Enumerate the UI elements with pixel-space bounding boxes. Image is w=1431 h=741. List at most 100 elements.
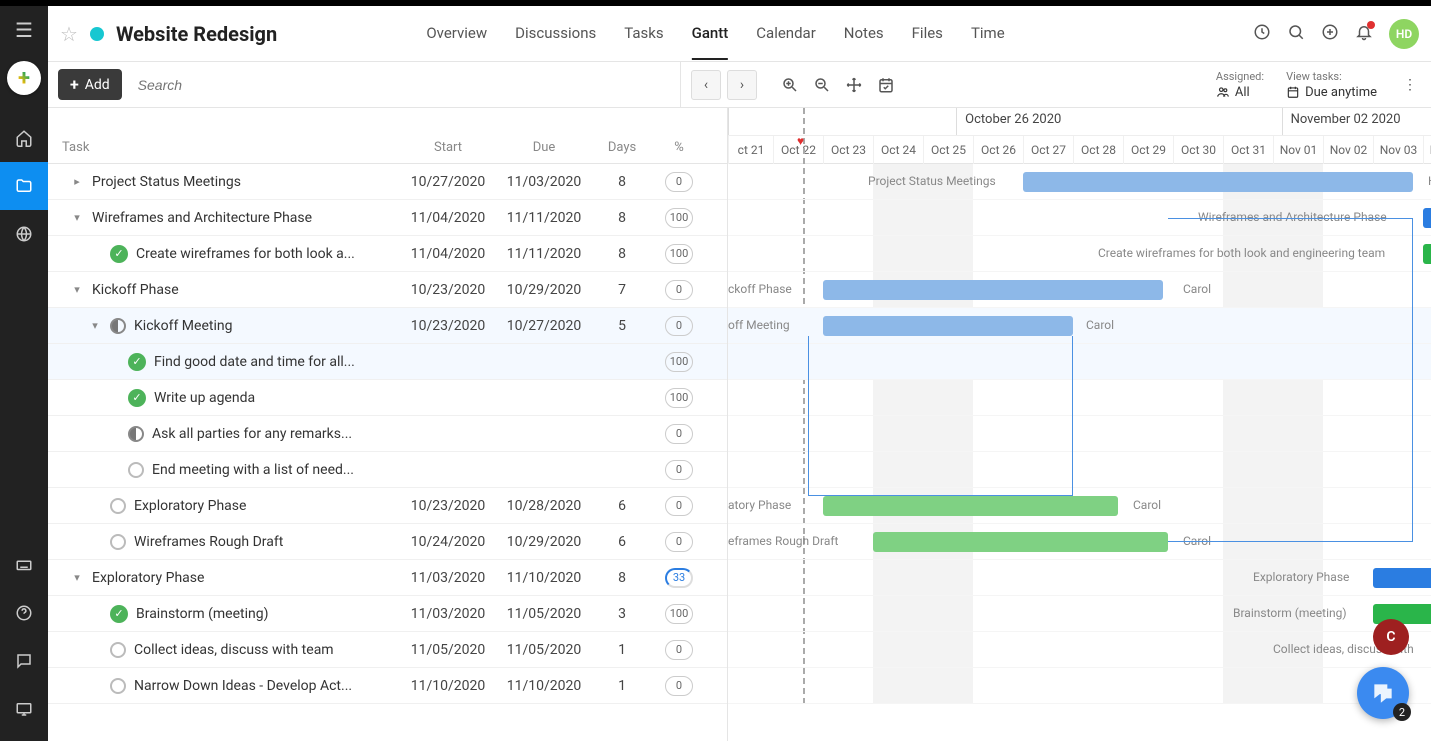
gantt-row[interactable]: Create wireframes for both look and engi… (728, 236, 1431, 272)
check-circle-icon: ✓ (128, 353, 146, 371)
gantt-bar[interactable] (1023, 172, 1413, 192)
clock-icon[interactable] (1253, 23, 1271, 45)
tab-tasks[interactable]: Tasks (624, 8, 663, 60)
view-tasks-filter[interactable]: View tasks: Due anytime (1286, 70, 1377, 100)
table-row[interactable]: End meeting with a list of need...0 (48, 452, 727, 488)
folder-icon[interactable] (0, 162, 48, 210)
table-row[interactable]: ✓Create wireframes for both look a...11/… (48, 236, 727, 272)
table-row[interactable]: Wireframes Rough Draft10/24/202010/29/20… (48, 524, 727, 560)
gantt-row[interactable] (728, 452, 1431, 488)
search-input[interactable] (132, 71, 670, 99)
gantt-bar[interactable] (873, 532, 1168, 552)
table-row[interactable]: Narrow Down Ideas - Develop Act... 11/10/… (48, 668, 727, 704)
tab-calendar[interactable]: Calendar (756, 8, 816, 60)
cell-start: 11/04/2020 (400, 210, 496, 226)
bell-icon[interactable] (1355, 23, 1373, 45)
gantt-row[interactable] (728, 416, 1431, 452)
star-icon[interactable]: ☆ (60, 22, 78, 46)
home-icon[interactable] (0, 114, 48, 162)
add-button[interactable]: +Add (58, 69, 122, 100)
cell-pct: 0 (652, 640, 706, 660)
check-circle-icon: ✓ (128, 389, 146, 407)
cell-pct: 0 (652, 460, 706, 480)
task-name: Narrow Down Ideas - Develop Act... (134, 678, 352, 694)
gantt-bar[interactable] (1373, 568, 1431, 588)
gantt-row[interactable]: off MeetingCarol (728, 308, 1431, 344)
table-row[interactable]: ▾Exploratory Phase11/03/202011/10/202083… (48, 560, 727, 596)
gantt-row[interactable] (728, 380, 1431, 416)
gantt-row[interactable]: Exploratory Phase (728, 560, 1431, 596)
day-label: Oct 29 (1123, 136, 1173, 164)
prev-button[interactable]: ‹ (691, 70, 721, 100)
table-row[interactable]: ▾Wireframes and Architecture Phase11/04/… (48, 200, 727, 236)
next-button[interactable]: › (727, 70, 757, 100)
chevron-icon[interactable]: ▾ (70, 283, 84, 296)
monitor-icon[interactable] (0, 685, 48, 733)
move-icon[interactable] (841, 72, 867, 98)
table-row[interactable]: Ask all parties for any remarks...0 (48, 416, 727, 452)
keyboard-icon[interactable] (0, 541, 48, 589)
table-row[interactable]: ▾Kickoff Meeting10/23/202010/27/202050 (48, 308, 727, 344)
zoom-in-icon[interactable] (777, 72, 803, 98)
search-icon[interactable] (1287, 23, 1305, 45)
table-row[interactable]: ✓Write up agenda100 (48, 380, 727, 416)
gantt-row[interactable]: atory PhaseCarol (728, 488, 1431, 524)
gantt-bar[interactable] (1423, 208, 1431, 228)
tab-overview[interactable]: Overview (426, 8, 487, 60)
gantt-bar[interactable] (823, 496, 1118, 516)
table-row[interactable]: ✓Brainstorm (meeting)11/03/202011/05/202… (48, 596, 727, 632)
table-row[interactable]: ▸Project Status Meetings10/27/202011/03/… (48, 164, 727, 200)
day-label: Oct 27 (1023, 136, 1073, 164)
task-name: Create wireframes for both look a... (136, 246, 355, 262)
table-row[interactable]: Collect ideas, discuss with team11/05/20… (48, 632, 727, 668)
presence-avatar[interactable]: C (1373, 619, 1409, 655)
gantt-row[interactable]: ckoff PhaseCarol (728, 272, 1431, 308)
chevron-icon[interactable]: ▾ (70, 571, 84, 584)
table-row[interactable]: Exploratory Phase10/23/202010/28/202060 (48, 488, 727, 524)
tab-time[interactable]: Time (971, 8, 1005, 60)
tab-gantt[interactable]: Gantt (692, 8, 729, 60)
globe-icon[interactable] (0, 210, 48, 258)
tab-discussions[interactable]: Discussions (515, 8, 596, 60)
table-row[interactable]: ✓Find good date and time for all...100 (48, 344, 727, 380)
bar-label: Exploratory Phase (1253, 570, 1349, 584)
gantt-row[interactable] (728, 668, 1431, 704)
menu-icon[interactable]: ☰ (0, 6, 48, 54)
cell-pct: 0 (652, 676, 706, 696)
more-options-icon[interactable]: ⋮ (1399, 73, 1421, 97)
help-icon[interactable] (0, 589, 48, 637)
assigned-filter[interactable]: Assigned: All (1216, 70, 1264, 100)
chat-fab[interactable]: 2 (1357, 667, 1409, 719)
cell-due: 11/10/2020 (496, 678, 592, 694)
cell-pct: 100 (652, 208, 706, 228)
tab-files[interactable]: Files (912, 8, 943, 60)
chevron-icon[interactable]: ▾ (88, 319, 102, 332)
chat-icon[interactable] (0, 637, 48, 685)
zoom-out-icon[interactable] (809, 72, 835, 98)
tab-notes[interactable]: Notes (844, 8, 884, 60)
date-select-icon[interactable] (873, 72, 899, 98)
gantt-bar[interactable] (823, 316, 1073, 336)
table-row[interactable]: ▾Kickoff Phase10/23/202010/29/202070 (48, 272, 727, 308)
cell-pct: 0 (652, 424, 706, 444)
gantt-bar[interactable] (823, 280, 1163, 300)
day-label: Nov 04 (1423, 136, 1431, 164)
task-grid: Task Start Due Days % ▸Project Status Me… (48, 108, 728, 741)
cell-days: 8 (592, 570, 652, 586)
create-button[interactable]: + (0, 54, 48, 102)
gantt-row[interactable]: Collect ideas, discuss with (728, 632, 1431, 668)
gantt-row[interactable]: Project Status MeetingsHimma (728, 164, 1431, 200)
chevron-icon[interactable]: ▾ (70, 211, 84, 224)
header: ☆ Website Redesign OverviewDiscussionsTa… (48, 6, 1431, 62)
gantt-row[interactable]: Wireframes and Architecture Phase (728, 200, 1431, 236)
chevron-icon[interactable]: ▸ (70, 175, 84, 188)
gantt-row[interactable] (728, 344, 1431, 380)
add-circle-icon[interactable] (1321, 23, 1339, 45)
cell-pct: 100 (652, 244, 706, 264)
gantt-bar[interactable] (1423, 244, 1431, 264)
gantt-row[interactable]: eframes Rough DraftCarol (728, 524, 1431, 560)
user-avatar[interactable]: HD (1389, 19, 1419, 49)
gantt-row[interactable]: Brainstorm (meeting) (728, 596, 1431, 632)
day-label: Nov 03 (1373, 136, 1423, 164)
task-name: Find good date and time for all... (154, 354, 355, 370)
